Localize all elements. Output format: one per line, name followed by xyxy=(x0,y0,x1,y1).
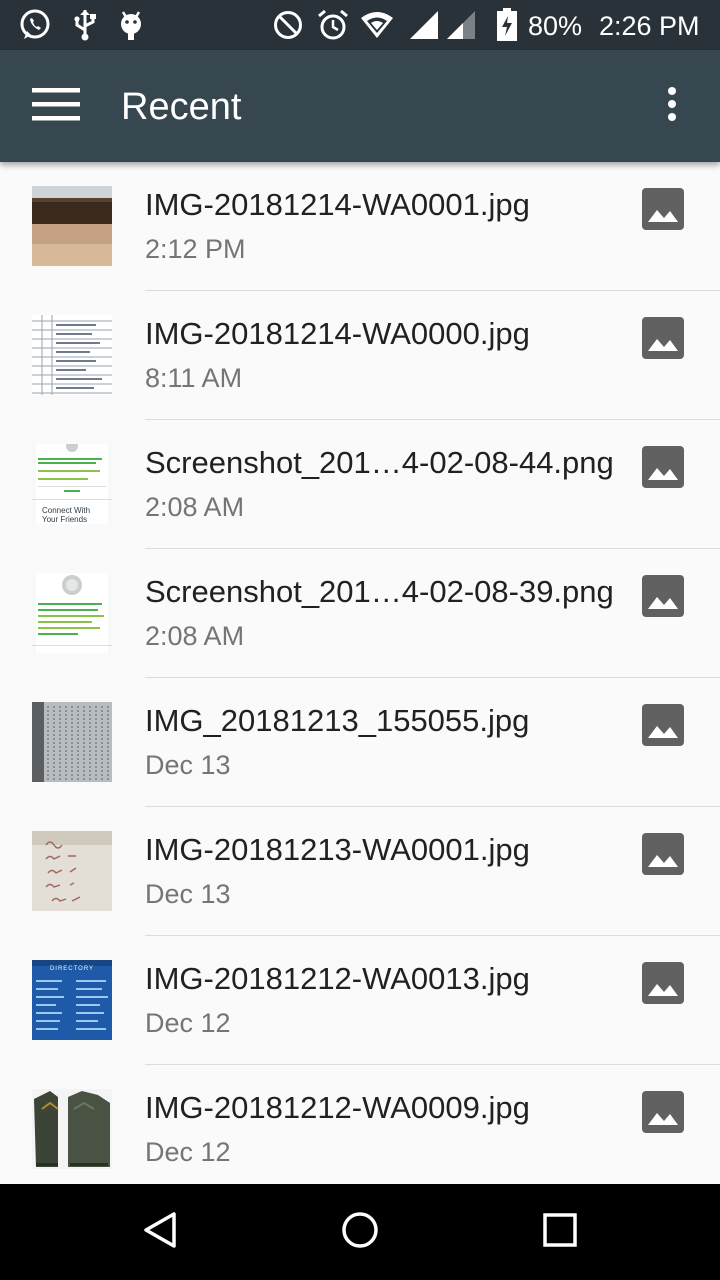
file-thumbnail xyxy=(32,831,112,911)
file-date: 2:08 AM xyxy=(145,621,245,651)
status-bar: 80% 2:26 PM xyxy=(0,0,720,50)
thumbnail-caption: Connect With Your Friends xyxy=(42,506,91,524)
wifi-icon xyxy=(360,8,394,42)
thumbnail-caption: DIRECTORY xyxy=(49,966,95,972)
file-thumbnail xyxy=(32,702,112,782)
cell-signal-icon xyxy=(407,8,441,42)
home-button[interactable] xyxy=(330,1202,390,1262)
file-date: 2:12 PM xyxy=(145,234,246,264)
image-icon xyxy=(640,186,686,232)
recents-button[interactable] xyxy=(530,1202,590,1262)
list-item[interactable]: IMG_20181213_155055.jpg Dec 13 xyxy=(0,678,720,807)
list-item[interactable]: IMG-20181214-WA0000.jpg 8:11 AM xyxy=(0,291,720,420)
image-icon xyxy=(640,444,686,490)
list-item[interactable]: Screenshot_201…4-02-08-39.png 2:08 AM xyxy=(0,549,720,678)
file-date: Dec 13 xyxy=(145,879,231,909)
file-name: IMG_20181213_155055.jpg xyxy=(145,703,530,738)
app-bar: Recent xyxy=(0,50,720,162)
more-vert-icon xyxy=(666,86,678,127)
file-name: IMG-20181214-WA0001.jpg xyxy=(145,187,530,222)
image-icon xyxy=(640,573,686,619)
file-thumbnail xyxy=(32,186,112,266)
image-icon xyxy=(640,1089,686,1135)
file-name: Screenshot_201…4-02-08-39.png xyxy=(145,574,614,609)
battery-percent: 80% xyxy=(528,11,583,41)
file-name: IMG-20181212-WA0009.jpg xyxy=(145,1090,530,1125)
image-icon xyxy=(640,960,686,1006)
back-button[interactable] xyxy=(130,1202,190,1262)
image-icon xyxy=(640,831,686,877)
back-icon xyxy=(140,1210,180,1255)
file-thumbnail: Connect With Your Friends xyxy=(32,444,112,524)
list-item[interactable]: IMG-20181214-WA0001.jpg 2:12 PM xyxy=(0,162,720,291)
usb-icon xyxy=(68,8,102,42)
alarm-icon xyxy=(316,8,350,42)
file-thumbnail: DIRECTORY xyxy=(32,960,112,1040)
file-thumbnail xyxy=(32,573,112,653)
image-icon xyxy=(640,315,686,361)
file-thumbnail xyxy=(32,1089,112,1169)
list-item[interactable]: Connect With Your Friends Screenshot_201… xyxy=(0,420,720,549)
overflow-menu-button[interactable] xyxy=(648,80,696,132)
cell-signal-2-icon xyxy=(444,8,478,42)
file-name: IMG-20181214-WA0000.jpg xyxy=(145,316,530,351)
file-date: 8:11 AM xyxy=(145,363,243,393)
home-icon xyxy=(340,1210,380,1255)
android-debug-icon xyxy=(114,8,148,42)
file-date: 2:08 AM xyxy=(145,492,245,522)
file-date: Dec 13 xyxy=(145,750,231,780)
navigation-bar xyxy=(0,1184,720,1280)
recents-icon xyxy=(540,1210,580,1255)
file-name: Screenshot_201…4-02-08-44.png xyxy=(145,445,614,480)
file-name: IMG-20181213-WA0001.jpg xyxy=(145,832,530,867)
image-icon xyxy=(640,702,686,748)
file-date: Dec 12 xyxy=(145,1137,231,1167)
do-not-disturb-icon xyxy=(271,8,305,42)
menu-button[interactable] xyxy=(20,80,92,132)
hamburger-menu-icon xyxy=(31,87,81,126)
list-item[interactable]: IMG-20181213-WA0001.jpg Dec 13 xyxy=(0,807,720,936)
file-thumbnail xyxy=(32,315,112,395)
list-item[interactable]: IMG-20181212-WA0009.jpg Dec 12 xyxy=(0,1065,720,1184)
file-date: Dec 12 xyxy=(145,1008,231,1038)
list-item[interactable]: DIRECTORY IMG-20181212-WA0013.jpg Dec 12 xyxy=(0,936,720,1065)
recent-files-list[interactable]: IMG-20181214-WA0001.jpg 2:12 PM IMG-2018… xyxy=(0,162,720,1184)
battery-charging-icon xyxy=(490,8,524,42)
page-title: Recent xyxy=(121,86,242,128)
clock: 2:26 PM xyxy=(599,11,700,41)
whatsapp-icon xyxy=(18,8,52,42)
file-name: IMG-20181212-WA0013.jpg xyxy=(145,961,530,996)
